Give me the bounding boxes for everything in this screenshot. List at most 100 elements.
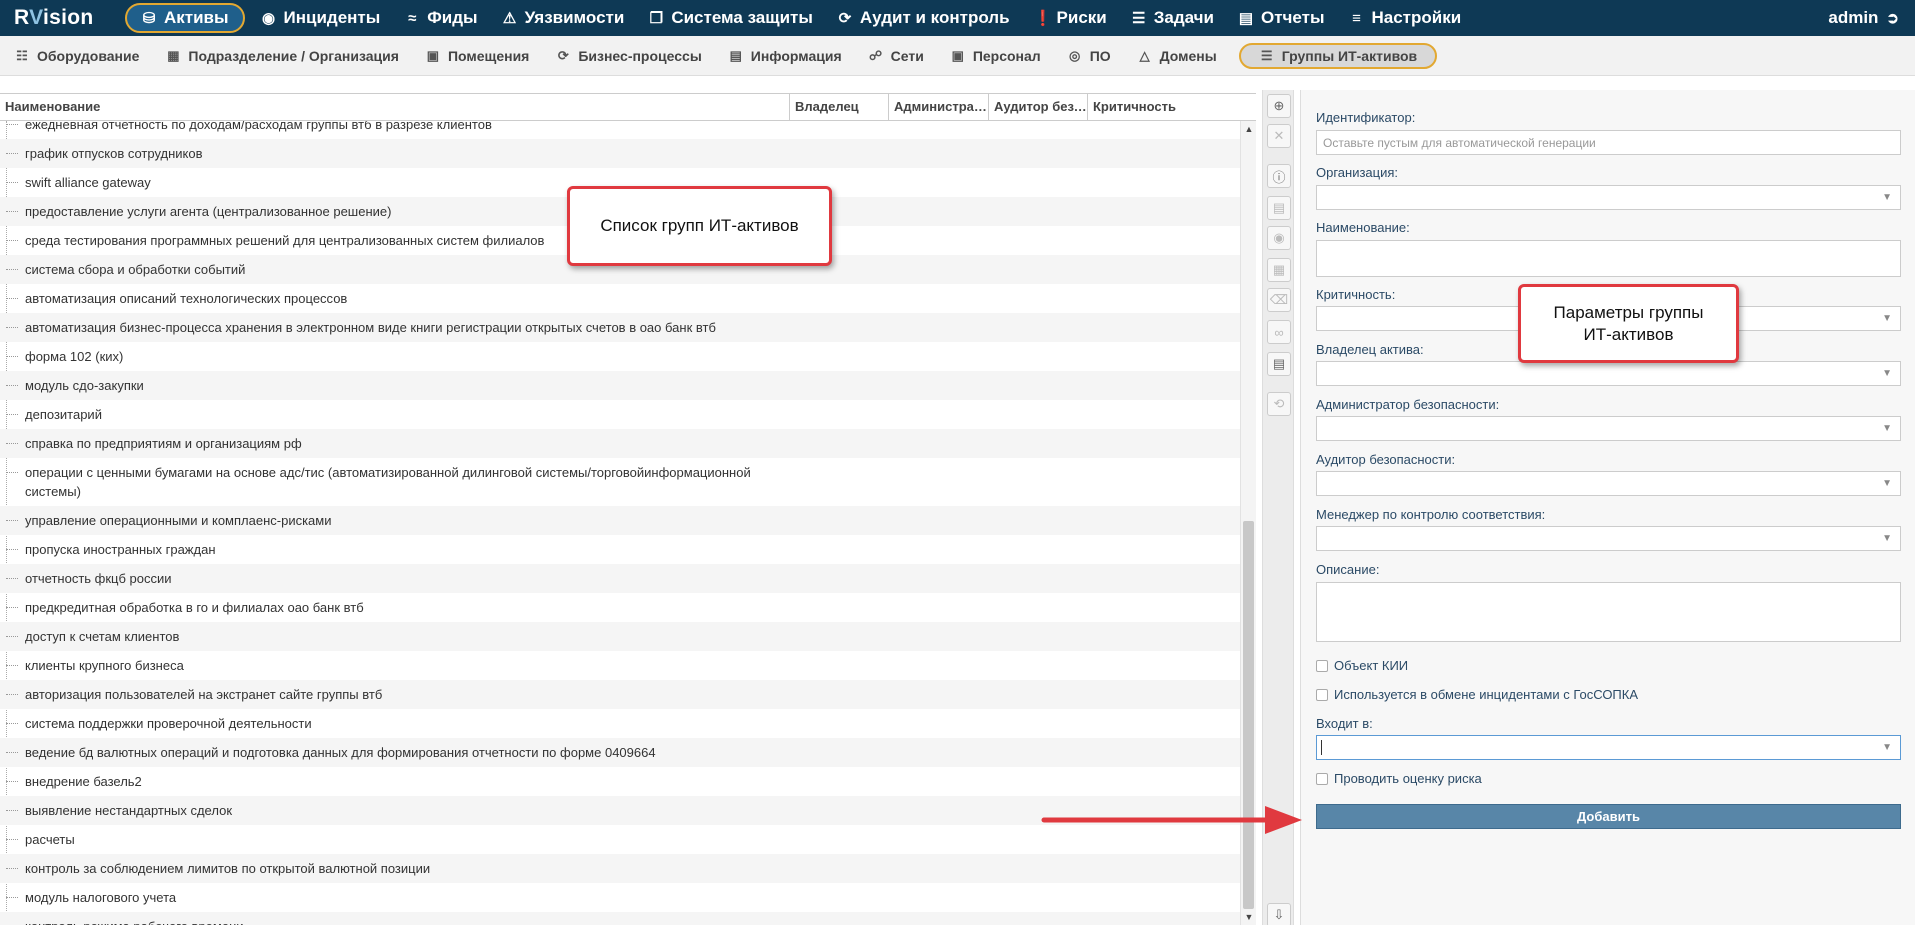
table-row[interactable]: система поддержки проверочной деятельнос… [0, 709, 1240, 738]
column-auditor[interactable]: Аудитор безопасности [989, 94, 1088, 120]
tab-domains[interactable]: △ Домены [1133, 43, 1229, 69]
table-row[interactable]: депозитарий [0, 400, 1240, 429]
nav-feeds[interactable]: ≈ Фиды [392, 0, 489, 36]
tab-business-processes[interactable]: ⟳ Бизнес-процессы [551, 43, 713, 69]
nav-protection[interactable]: ❐ Система защиты [636, 0, 825, 36]
chevron-down-icon: ▼ [1882, 742, 1892, 753]
tree-connector [6, 694, 18, 695]
tab-information[interactable]: ▤ Информация [724, 43, 854, 69]
delete-icon[interactable]: ✕ [1267, 124, 1291, 148]
table-row[interactable]: справка по предприятиям и организациям р… [0, 429, 1240, 458]
history-icon[interactable]: ⟲ [1267, 392, 1291, 416]
tab-software[interactable]: ◎ ПО [1063, 43, 1123, 69]
nav-audit[interactable]: ⟳ Аудит и контроль [825, 0, 1022, 36]
table-row[interactable]: модуль налогового учета [0, 883, 1240, 912]
id-field[interactable]: Оставьте пустым для автоматической генер… [1316, 130, 1901, 155]
target-icon[interactable]: ◉ [1267, 226, 1291, 250]
member-of-select[interactable]: ▼ [1316, 735, 1901, 760]
rvision-logo[interactable]: RVision [0, 6, 125, 30]
table-row[interactable]: предкредитная обработка в го и филиалах … [0, 593, 1240, 622]
row-name: предкредитная обработка в го и филиалах … [25, 600, 364, 615]
risk-assessment-checkbox[interactable]: Проводить оценку риска [1316, 771, 1482, 786]
table-row[interactable]: пропуска иностранных граждан [0, 535, 1240, 564]
add-icon[interactable]: ⊕ [1267, 94, 1291, 118]
column-criticality[interactable]: Критичность [1088, 94, 1256, 120]
cycle-icon: ⟳ [838, 10, 852, 27]
tab-it-asset-groups[interactable]: ☰ Группы ИТ-активов [1238, 42, 1438, 69]
table-row[interactable]: отчетность фкцб россии [0, 564, 1240, 593]
nav-assets[interactable]: ⛁ Активы [125, 3, 245, 33]
clipboard-icon[interactable]: ▤ [1267, 352, 1291, 376]
table-row[interactable]: автоматизация бизнес-процесса хранения в… [0, 313, 1240, 342]
row-name: модуль налогового учета [25, 890, 177, 905]
member-of-label: Входит в: [1316, 716, 1373, 731]
table-row[interactable]: клиенты крупного бизнеса [0, 651, 1240, 680]
add-button[interactable]: Добавить [1316, 804, 1901, 829]
table-row[interactable]: авторизация пользователей на экстранет с… [0, 680, 1240, 709]
details-icon[interactable]: ▤ [1267, 196, 1291, 220]
table-row[interactable]: ежедневная отчетность по доходам/расхода… [0, 121, 1240, 139]
document-icon: ▤ [729, 47, 742, 63]
nav-vulnerabilities[interactable]: ⚠ Уязвимости [490, 0, 637, 36]
text-cursor [1321, 740, 1322, 755]
attachment-icon[interactable]: ⌫ [1267, 288, 1291, 312]
name-field[interactable] [1316, 240, 1901, 277]
table-row[interactable]: контроль за соблюдением лимитов по откры… [0, 854, 1240, 883]
table-row[interactable]: управление операционными и комплаенс-рис… [0, 506, 1240, 535]
row-name: система поддержки проверочной деятельнос… [25, 716, 312, 731]
id-label: Идентификатор: [1316, 110, 1416, 125]
tab-equipment[interactable]: ☷ Оборудование [10, 43, 151, 69]
tree-connector [6, 781, 18, 782]
checkbox-box[interactable] [1316, 688, 1328, 701]
auditor-select[interactable]: ▼ [1316, 471, 1901, 496]
tab-premises[interactable]: ▣ Помещения [421, 43, 541, 69]
description-field[interactable] [1316, 582, 1901, 642]
tree-connector [6, 124, 18, 125]
gossopka-checkbox[interactable]: Используется в обмене инцидентами с ГосС… [1316, 687, 1638, 702]
table-row[interactable]: форма 102 (ких) [0, 342, 1240, 371]
owner-select[interactable]: ▼ [1316, 361, 1901, 386]
table-row[interactable]: внедрение базель2 [0, 767, 1240, 796]
nav-settings[interactable]: ≡ Настройки [1337, 0, 1474, 36]
name-label: Наименование: [1316, 220, 1410, 235]
tab-networks[interactable]: ☍ Сети [864, 43, 936, 69]
tree-connector [6, 182, 18, 183]
logout-icon[interactable]: ➲ [1886, 9, 1899, 27]
scroll-down-icon[interactable]: ▼ [1241, 909, 1257, 925]
rss-icon: ≈ [408, 9, 417, 27]
export-icon[interactable]: ⇩ [1267, 903, 1291, 925]
table-row[interactable]: контроль режима рабочего времени [0, 912, 1240, 925]
table-row[interactable]: модуль сдо-закупки [0, 371, 1240, 400]
column-name[interactable]: Наименование [0, 94, 790, 120]
table-row[interactable]: ведение бд валютных операций и подготовк… [0, 738, 1240, 767]
table-row[interactable]: автоматизация описаний технологических п… [0, 284, 1240, 313]
admin-select[interactable]: ▼ [1316, 416, 1901, 441]
building-icon[interactable]: ▦ [1267, 258, 1291, 282]
nav-risks[interactable]: ❗ Риски [1022, 0, 1119, 36]
checkbox-box[interactable] [1316, 772, 1328, 785]
scroll-up-icon[interactable]: ▲ [1241, 121, 1257, 137]
checkbox-box[interactable] [1316, 659, 1328, 672]
column-admin[interactable]: Администратор безопасности [889, 94, 989, 120]
table-row[interactable]: доступ к счетам клиентов [0, 622, 1240, 651]
tab-personnel[interactable]: ▣ Персонал [946, 43, 1053, 69]
nav-incidents[interactable]: ◉ Инциденты [249, 0, 393, 36]
tree-connector [6, 723, 18, 724]
compliance-manager-select[interactable]: ▼ [1316, 526, 1901, 551]
criticality-label: Критичность: [1316, 287, 1396, 302]
nav-reports[interactable]: ▤ Отчеты [1226, 0, 1337, 36]
warning-icon: ⚠ [502, 10, 517, 27]
organization-select[interactable]: ▼ [1316, 185, 1901, 210]
table-row[interactable]: операции с ценными бумагами на основе ад… [0, 458, 1240, 506]
info-icon[interactable]: ⓘ [1267, 164, 1291, 188]
link-icon[interactable]: ∞ [1267, 320, 1291, 344]
kii-checkbox[interactable]: Объект КИИ [1316, 658, 1408, 673]
tab-departments[interactable]: ▦ Подразделение / Организация [161, 43, 411, 69]
nav-tasks[interactable]: ☰ Задачи [1119, 0, 1226, 36]
chevron-down-icon: ▼ [1882, 192, 1892, 203]
scrollbar-thumb[interactable] [1243, 521, 1254, 909]
tree-connector [6, 752, 18, 753]
table-row[interactable]: график отпусков сотрудников [0, 139, 1240, 168]
user-menu[interactable]: admin ➲ [1828, 0, 1899, 36]
column-owner[interactable]: Владелец [790, 94, 889, 120]
